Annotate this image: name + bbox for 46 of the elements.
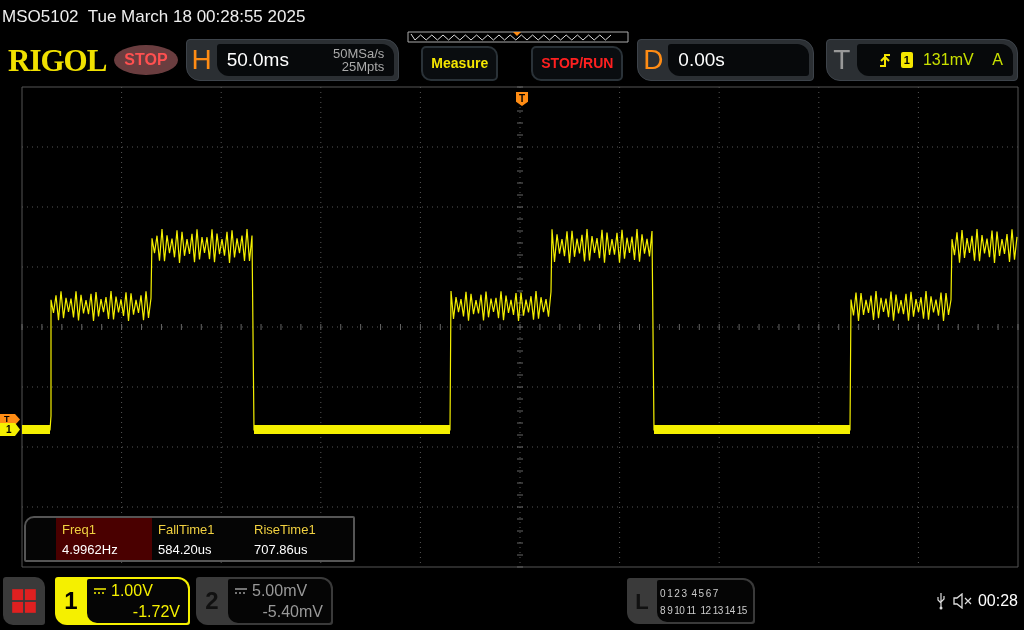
- trigger-mode: A: [992, 50, 1003, 70]
- title-bar-text: MSO5102 Tue March 18 00:28:55 2025: [1, 6, 307, 28]
- logic-channel-numbers: 8 9 10 11: [660, 604, 696, 618]
- trigger-level: 131mV: [922, 50, 974, 70]
- trigger-position-marker: T: [516, 92, 528, 106]
- horizontal-panel[interactable]: H 50.0ms 50MSa/s 25Mpts: [185, 39, 400, 81]
- logic-channel-numbers: 0 1 2 3: [660, 587, 687, 601]
- channel-number: 1: [63, 586, 79, 616]
- speaker-muted-icon: [951, 593, 972, 609]
- vertical-offset: -5.40mV: [261, 602, 323, 622]
- logo: RIGOL: [8, 44, 107, 76]
- measurement-cell[interactable]: Freq1 4.9962Hz: [56, 518, 152, 560]
- channel-panel[interactable]: 1 1.00V -1.72V: [55, 577, 190, 625]
- measurement-name: RiseTime1: [254, 521, 317, 539]
- delay-value: 0.00s: [678, 47, 725, 72]
- trigger-source: 1: [900, 51, 913, 69]
- vertical-scale: 5.00mV: [252, 581, 308, 601]
- clock-time: 00:28: [977, 591, 1018, 611]
- rising-edge-icon: [878, 53, 891, 67]
- sample-rate: 50MSa/s: [333, 47, 385, 60]
- measurement-cell[interactable]: RiseTime1 707.86us: [248, 518, 344, 560]
- dc-coupling-icon: [93, 586, 107, 595]
- measurement-cell[interactable]: FallTime1 584.20us: [152, 518, 248, 560]
- logic-channel-numbers: 4 5 6 7: [691, 587, 718, 601]
- measurement-value: 707.86us: [254, 541, 309, 559]
- measurement-value: 584.20us: [158, 541, 213, 559]
- trigger-panel[interactable]: T 1 131mV A: [825, 39, 1018, 81]
- panel-label: H: [190, 43, 213, 77]
- delay-panel[interactable]: D 0.00s: [637, 39, 814, 81]
- panel-label: D: [642, 43, 665, 77]
- menu-button[interactable]: [3, 577, 45, 625]
- measurement-name: FallTime1: [158, 521, 216, 539]
- memory-depth: 25Mpts: [340, 60, 385, 73]
- timebase-value: 50.0ms: [226, 47, 289, 72]
- vertical-scale: 1.00V: [111, 581, 153, 601]
- measurement-value: 4.9962Hz: [62, 541, 119, 559]
- usb-icon: [935, 592, 946, 610]
- logic-channel-numbers: 12 13 14 15: [700, 604, 747, 618]
- vertical-offset: -1.72V: [131, 602, 180, 622]
- measure-button[interactable]: Measure: [421, 46, 499, 81]
- panel-label: T: [832, 43, 852, 77]
- measurement-name: Freq1: [62, 521, 97, 539]
- channel-1-baseline: [22, 425, 50, 434]
- stop-run-button[interactable]: STOP/RUN: [531, 46, 624, 81]
- channel-marker: 1: [0, 423, 20, 436]
- dc-coupling-icon: [234, 586, 248, 595]
